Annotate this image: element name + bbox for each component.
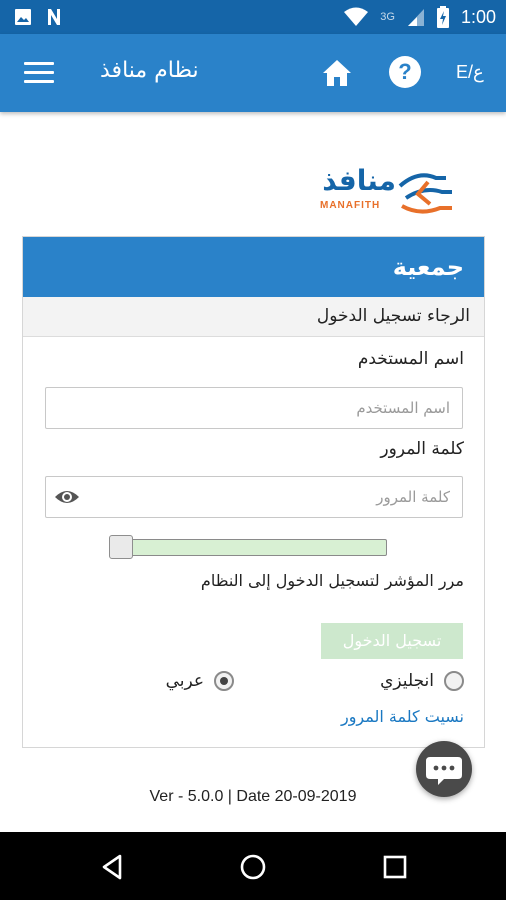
battery-icon (436, 6, 449, 28)
n-notification-icon (48, 9, 60, 25)
help-icon[interactable]: ? (389, 56, 421, 88)
login-slider-thumb[interactable] (109, 535, 133, 559)
signal-icon (407, 9, 424, 26)
login-card: جمعية الرجاء تسجيل الدخول اسم المستخدم ك… (22, 236, 485, 748)
network-type: 3G (380, 11, 395, 23)
slider-hint: مرر المؤشر لتسجيل الدخول إلى النظام (200, 571, 464, 590)
radio-arabic[interactable]: عربي (166, 671, 234, 691)
app-title: نظام منافذ (100, 58, 199, 83)
logo-arabic-text: منافذ (322, 164, 396, 197)
recents-icon[interactable] (380, 852, 410, 882)
username-input[interactable] (46, 388, 462, 428)
radio-arabic-circle[interactable] (214, 671, 234, 691)
app-bar: نظام منافذ ? E/ع (0, 34, 506, 112)
wifi-icon (344, 7, 369, 26)
menu-icon[interactable] (24, 62, 54, 84)
radio-english[interactable]: انجليزي (380, 671, 464, 691)
back-icon[interactable] (98, 852, 128, 882)
home-circle-icon[interactable] (238, 852, 268, 882)
login-slider-track[interactable] (111, 539, 387, 556)
radio-english-circle[interactable] (444, 671, 464, 691)
logo-mark-icon (398, 173, 452, 214)
login-button[interactable]: تسجيل الدخول (321, 623, 463, 659)
card-title: جمعية (23, 237, 484, 297)
password-label: كلمة المرور (380, 439, 464, 459)
language-toggle[interactable]: E/ع (456, 62, 484, 83)
eye-icon[interactable] (54, 487, 80, 507)
forgot-password-link[interactable]: نسيت كلمة المرور (341, 707, 464, 726)
radio-arabic-label: عربي (165, 671, 204, 691)
radio-english-label: انجليزي (380, 671, 434, 691)
status-bar: 3G 1:00 (0, 0, 506, 34)
manafith-logo: منافذ MANAFITH (316, 166, 456, 222)
username-field-box (45, 387, 463, 429)
clock: 1:00 (460, 6, 496, 27)
username-label: اسم المستخدم (357, 349, 464, 369)
logo-english-text: MANAFITH (320, 200, 381, 211)
password-field-box (45, 476, 463, 518)
android-nav-bar (0, 832, 506, 900)
version-text: Ver - 5.0.0 | Date 20-09-2019 (149, 788, 357, 805)
password-input[interactable] (46, 477, 462, 517)
card-subtitle: الرجاء تسجيل الدخول (23, 297, 484, 337)
image-icon (15, 9, 31, 25)
home-icon[interactable] (320, 56, 354, 90)
